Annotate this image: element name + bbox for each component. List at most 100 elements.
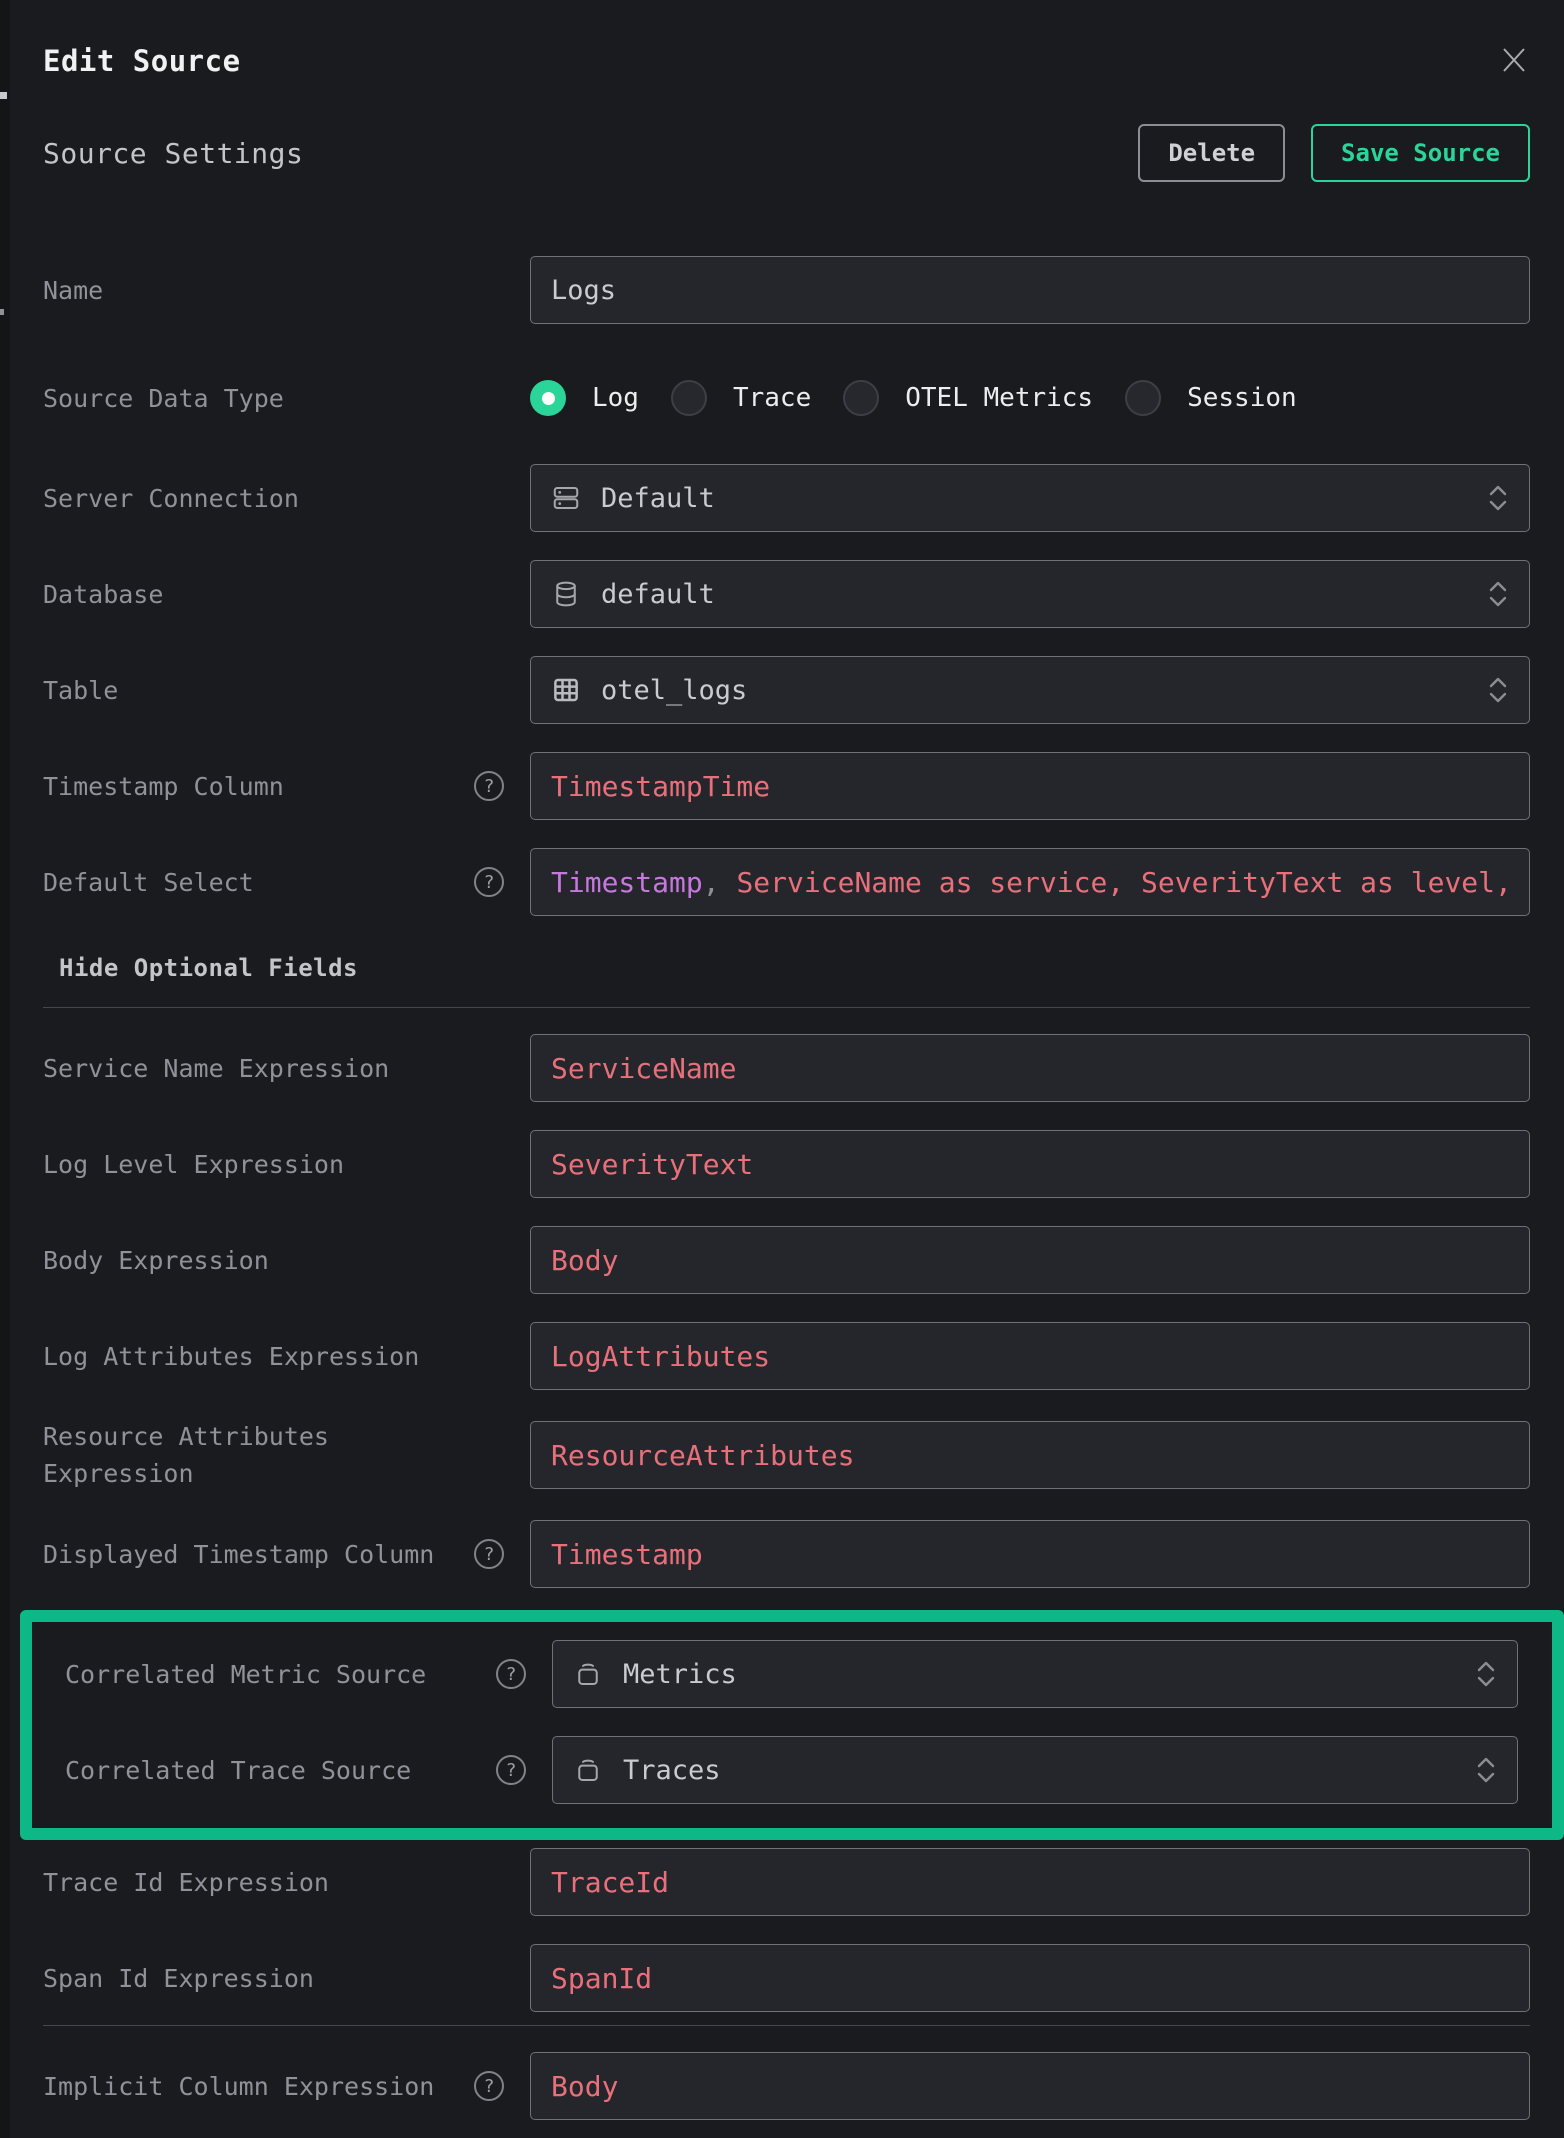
span-id-expression-value: SpanId — [551, 1962, 652, 1995]
service-name-expression-value: ServiceName — [551, 1052, 736, 1085]
field-row-server-connection: Server Connection Default — [33, 464, 1530, 532]
edit-source-dialog: Edit Source Source Settings Delete Save … — [10, 0, 1564, 2138]
displayed-timestamp-column-value: Timestamp — [551, 1538, 703, 1571]
service-name-expression-input[interactable]: ServiceName — [530, 1034, 1530, 1102]
radio-option-otel-metrics[interactable]: OTEL Metrics — [843, 380, 1093, 416]
database-select[interactable]: default — [530, 560, 1530, 628]
default-select-input[interactable]: Timestamp, ServiceName as service, Sever… — [530, 848, 1530, 916]
page-backdrop-strip — [0, 0, 10, 2138]
trace-id-expression-label: Trace Id Expression — [43, 1864, 329, 1901]
server-connection-label: Server Connection — [43, 480, 299, 517]
source-jar-icon — [573, 1659, 603, 1689]
action-buttons: Delete Save Source — [1138, 124, 1530, 182]
radio-label: Log — [592, 383, 639, 413]
correlated-trace-source-select[interactable]: Traces — [552, 1736, 1518, 1804]
trace-id-expression-value: TraceId — [551, 1866, 669, 1899]
resource-attributes-expression-value: ResourceAttributes — [551, 1439, 854, 1472]
chevron-updown-icon — [1487, 577, 1509, 611]
implicit-column-expression-label: Implicit Column Expression — [43, 2068, 434, 2105]
sql-token: , — [703, 866, 737, 899]
highlight-box: Correlated Metric Source ? Metrics — [20, 1610, 1564, 1840]
sql-token: Timestamp — [551, 866, 703, 899]
field-row-correlated-metric-source: Correlated Metric Source ? Metrics — [55, 1640, 1518, 1708]
field-row-displayed-timestamp-column: Displayed Timestamp Column ? Timestamp — [33, 1520, 1530, 1588]
field-row-body-expression: Body Expression Body — [33, 1226, 1530, 1294]
span-id-expression-input[interactable]: SpanId — [530, 1944, 1530, 2012]
trace-id-expression-input[interactable]: TraceId — [530, 1848, 1530, 1916]
database-icon — [551, 579, 581, 609]
name-label: Name — [43, 272, 103, 309]
field-row-name: Name Logs — [33, 256, 1530, 324]
table-value: otel_logs — [601, 675, 747, 706]
default-select-label: Default Select — [43, 864, 254, 901]
server-connection-value: Default — [601, 483, 715, 514]
radio-option-log[interactable]: Log — [530, 380, 639, 416]
timestamp-column-input[interactable]: TimestampTime — [530, 752, 1530, 820]
radio-selected-icon — [530, 380, 566, 416]
delete-button[interactable]: Delete — [1138, 124, 1285, 182]
resource-attributes-expression-label: Resource Attributes Expression — [43, 1418, 483, 1492]
chevron-updown-icon — [1487, 673, 1509, 707]
radio-label: Trace — [733, 383, 811, 413]
field-row-log-attributes-expression: Log Attributes Expression LogAttributes — [33, 1322, 1530, 1390]
field-row-service-name-expression: Service Name Expression ServiceName — [33, 1034, 1530, 1102]
divider — [43, 1007, 1530, 1008]
timestamp-column-label: Timestamp Column — [43, 768, 284, 805]
field-row-resource-attributes-expression: Resource Attributes Expression ResourceA… — [33, 1418, 1530, 1492]
body-expression-input[interactable]: Body — [530, 1226, 1530, 1294]
name-value: Logs — [551, 275, 616, 306]
hide-optional-fields-toggle[interactable]: Hide Optional Fields — [33, 954, 1530, 982]
resource-attributes-expression-input[interactable]: ResourceAttributes — [530, 1421, 1530, 1489]
service-name-expression-label: Service Name Expression — [43, 1050, 389, 1087]
source-jar-icon — [573, 1755, 603, 1785]
span-id-expression-label: Span Id Expression — [43, 1960, 314, 1997]
field-row-trace-id-expression: Trace Id Expression TraceId — [33, 1848, 1530, 1916]
radio-option-trace[interactable]: Trace — [671, 380, 811, 416]
name-input[interactable]: Logs — [530, 256, 1530, 324]
help-icon[interactable]: ? — [474, 2071, 504, 2101]
body-expression-label: Body Expression — [43, 1242, 269, 1279]
field-row-correlated-trace-source: Correlated Trace Source ? Traces — [55, 1736, 1518, 1804]
close-button[interactable] — [1498, 44, 1530, 76]
chevron-updown-icon — [1475, 1657, 1497, 1691]
help-icon[interactable]: ? — [474, 1539, 504, 1569]
field-row-source-data-type: Source Data Type Log Trace OTEL Metrics … — [33, 378, 1530, 418]
correlated-trace-source-label: Correlated Trace Source — [65, 1752, 411, 1789]
log-level-expression-label: Log Level Expression — [43, 1146, 344, 1183]
dialog-header: Edit Source — [33, 0, 1530, 80]
field-row-table: Table otel_logs — [33, 656, 1530, 724]
database-label: Database — [43, 576, 163, 613]
field-row-timestamp-column: Timestamp Column ? TimestampTime — [33, 752, 1530, 820]
correlated-trace-source-value: Traces — [623, 1755, 721, 1786]
table-select[interactable]: otel_logs — [530, 656, 1530, 724]
log-attributes-expression-label: Log Attributes Expression — [43, 1338, 419, 1375]
help-icon[interactable]: ? — [474, 771, 504, 801]
log-attributes-expression-input[interactable]: LogAttributes — [530, 1322, 1530, 1390]
radio-label: Session — [1187, 383, 1297, 413]
implicit-column-expression-input[interactable]: Body — [530, 2052, 1530, 2120]
radio-unselected-icon — [843, 380, 879, 416]
section-title: Source Settings — [43, 137, 303, 170]
source-data-type-label: Source Data Type — [43, 380, 284, 417]
sql-token: ServiceName as service, SeverityText as … — [736, 866, 1511, 899]
log-level-expression-input[interactable]: SeverityText — [530, 1130, 1530, 1198]
dialog-title: Edit Source — [43, 42, 241, 80]
help-icon[interactable]: ? — [474, 867, 504, 897]
help-icon[interactable]: ? — [496, 1755, 526, 1785]
close-icon — [1499, 45, 1529, 75]
displayed-timestamp-column-input[interactable]: Timestamp — [530, 1520, 1530, 1588]
help-icon[interactable]: ? — [496, 1659, 526, 1689]
correlated-metric-source-label: Correlated Metric Source — [65, 1656, 426, 1693]
server-connection-select[interactable]: Default — [530, 464, 1530, 532]
chevron-updown-icon — [1487, 481, 1509, 515]
radio-option-session[interactable]: Session — [1125, 380, 1297, 416]
radio-label: OTEL Metrics — [905, 383, 1093, 413]
save-source-button[interactable]: Save Source — [1311, 124, 1530, 182]
radio-unselected-icon — [671, 380, 707, 416]
table-label: Table — [43, 672, 118, 709]
backdrop-artifact — [0, 92, 7, 99]
correlated-metric-source-select[interactable]: Metrics — [552, 1640, 1518, 1708]
field-row-log-level-expression: Log Level Expression SeverityText — [33, 1130, 1530, 1198]
table-icon — [551, 675, 581, 705]
divider — [43, 2025, 1530, 2026]
